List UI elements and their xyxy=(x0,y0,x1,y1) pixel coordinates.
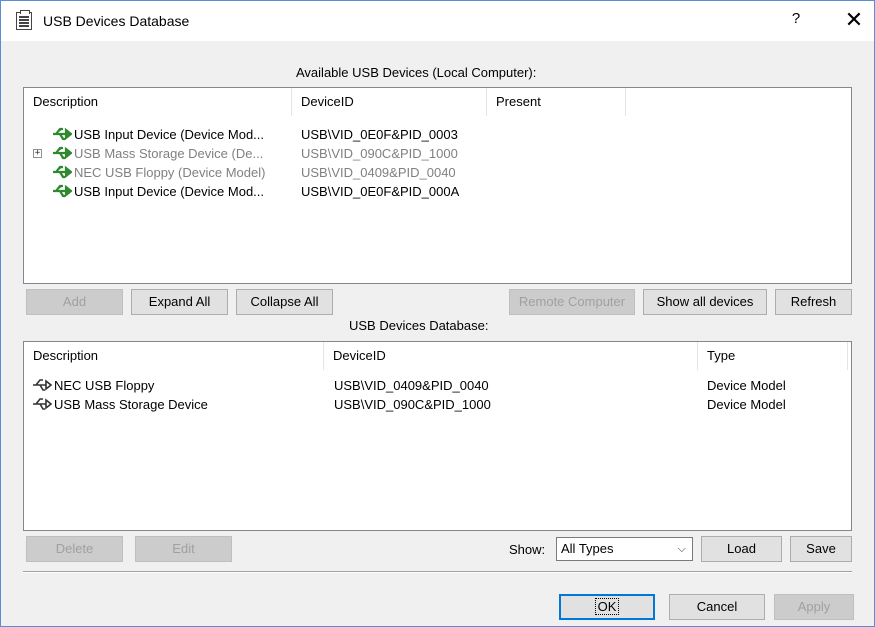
ok-button[interactable]: OK xyxy=(559,594,655,620)
column-header-deviceid[interactable]: DeviceID xyxy=(324,342,698,370)
usb-device-icon xyxy=(53,146,72,160)
window-title: USB Devices Database xyxy=(43,13,190,29)
column-header-deviceid[interactable]: DeviceID xyxy=(292,88,487,116)
edit-button[interactable]: Edit xyxy=(135,536,232,562)
row-deviceid: USB\VID_0E0F&PID_0003 xyxy=(301,127,458,142)
help-button[interactable]: ? xyxy=(784,10,808,32)
row-description: NEC USB Floppy xyxy=(54,378,155,393)
usb-device-icon xyxy=(33,379,52,391)
chevron-down-icon: ⌵ xyxy=(677,543,686,555)
expand-toggle[interactable]: + xyxy=(33,149,42,158)
show-all-devices-button[interactable]: Show all devices xyxy=(643,289,767,315)
available-row-1[interactable]: + USB Mass Storage Device (De... USB\VID… xyxy=(24,144,851,163)
database-caption: USB Devices Database: xyxy=(349,318,489,333)
database-list[interactable]: Description DeviceID Type NEC USB Floppy… xyxy=(23,341,852,531)
row-deviceid: USB\VID_090C&PID_1000 xyxy=(301,146,458,161)
usb-device-icon xyxy=(53,184,72,198)
database-row-0[interactable]: NEC USB Floppy USB\VID_0409&PID_0040 Dev… xyxy=(24,376,851,395)
row-description: NEC USB Floppy (Device Model) xyxy=(74,165,266,180)
row-deviceid: USB\VID_0409&PID_0040 xyxy=(334,378,489,393)
row-description: USB Input Device (Device Mod... xyxy=(74,184,265,199)
available-row-3[interactable]: USB Input Device (Device Mod... USB\VID_… xyxy=(24,182,851,201)
refresh-button[interactable]: Refresh xyxy=(775,289,852,315)
available-devices-caption: Available USB Devices (Local Computer): xyxy=(296,65,537,80)
row-description: USB Mass Storage Device (De... xyxy=(74,146,264,161)
delete-button[interactable]: Delete xyxy=(26,536,123,562)
cancel-button[interactable]: Cancel xyxy=(669,594,765,620)
available-row-2[interactable]: NEC USB Floppy (Device Model) USB\VID_04… xyxy=(24,163,851,182)
ok-label: OK xyxy=(594,598,620,615)
row-type: Device Model xyxy=(707,397,786,412)
row-deviceid: USB\VID_0409&PID_0040 xyxy=(301,165,456,180)
row-deviceid: USB\VID_0E0F&PID_000A xyxy=(301,184,460,199)
load-button[interactable]: Load xyxy=(701,536,782,562)
apply-button[interactable]: Apply xyxy=(774,594,854,620)
close-icon[interactable]: ✕ xyxy=(839,7,869,33)
row-type: Device Model xyxy=(707,378,786,393)
type-filter-select[interactable]: All Types ⌵ xyxy=(556,537,693,561)
collapse-all-button[interactable]: Collapse All xyxy=(236,289,333,315)
row-deviceid: USB\VID_090C&PID_1000 xyxy=(334,397,491,412)
remote-computer-button[interactable]: Remote Computer xyxy=(509,289,635,315)
database-list-header: Description DeviceID Type xyxy=(24,342,851,370)
column-header-description[interactable]: Description xyxy=(24,342,324,370)
column-header-type[interactable]: Type xyxy=(698,342,848,370)
save-button[interactable]: Save xyxy=(790,536,852,562)
dialog-window: USB Devices Database ? ✕ Available USB D… xyxy=(0,0,875,627)
database-row-1[interactable]: USB Mass Storage Device USB\VID_090C&PID… xyxy=(24,395,851,414)
column-header-present[interactable]: Present xyxy=(487,88,626,116)
type-filter-value: All Types xyxy=(561,541,614,556)
row-description: USB Mass Storage Device xyxy=(54,397,208,412)
app-icon xyxy=(16,10,32,30)
footer-divider xyxy=(23,571,852,573)
column-header-description[interactable]: Description xyxy=(24,88,292,116)
expand-all-button[interactable]: Expand All xyxy=(131,289,228,315)
show-label: Show: xyxy=(509,542,546,557)
usb-device-icon xyxy=(53,127,72,141)
available-devices-list[interactable]: Description DeviceID Present USB Input D… xyxy=(23,87,852,284)
available-list-header: Description DeviceID Present xyxy=(24,88,851,116)
usb-device-icon xyxy=(53,165,72,179)
row-description: USB Input Device (Device Mod... xyxy=(74,127,265,142)
add-button[interactable]: Add xyxy=(26,289,123,315)
usb-device-icon xyxy=(33,398,52,410)
available-row-0[interactable]: USB Input Device (Device Mod... USB\VID_… xyxy=(24,125,851,144)
title-bar: USB Devices Database ? ✕ xyxy=(1,1,874,41)
